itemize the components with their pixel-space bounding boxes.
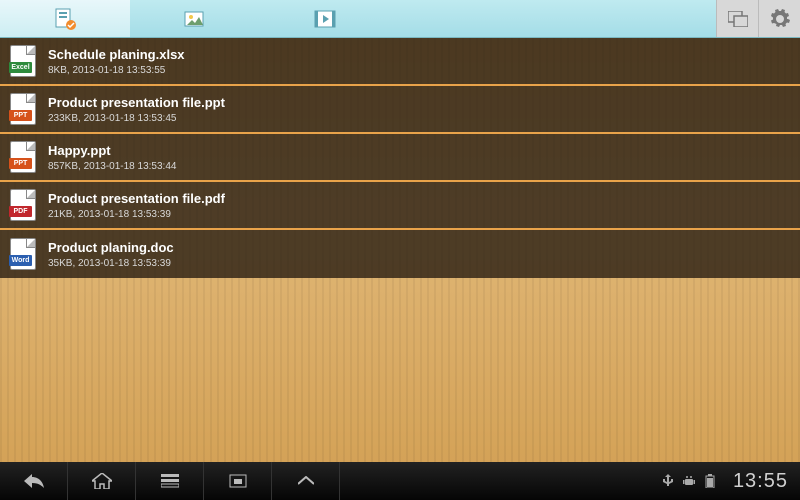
screens-button[interactable] [716,0,758,37]
chevron-up-icon [298,476,314,486]
recent-icon [161,474,179,488]
file-type-icon: Excel [10,45,36,77]
back-icon [24,474,44,488]
file-badge: PPT [9,110,32,121]
file-type-icon: PDF [10,189,36,221]
documents-icon [53,7,77,31]
tab-images[interactable] [130,0,260,37]
file-type-icon: PPT [10,141,36,173]
file-meta: 35KB, 2013-01-18 13:53:39 [48,258,174,269]
file-type-icon: Word [10,238,36,270]
file-badge: PDF [9,206,32,217]
file-badge: PPT [9,158,32,169]
usb-icon [663,474,673,488]
file-list-area: Excel Schedule planing.xlsx 8KB, 2013-01-1… [0,38,800,462]
file-row[interactable]: Word Product planing.doc 35KB, 2013-01-18 … [0,230,800,278]
screenshot-button[interactable] [204,462,272,500]
system-navbar: 13:55 [0,462,800,500]
file-badge: Word [9,255,32,266]
battery-icon [705,474,715,488]
gear-icon [770,9,790,29]
menu-button[interactable] [272,462,340,500]
file-name: Schedule planing.xlsx [48,47,185,62]
home-icon [92,473,112,489]
settings-button[interactable] [758,0,800,37]
android-icon [683,475,695,487]
top-toolbar [0,0,800,38]
screenshot-icon [229,474,247,488]
file-name: Product presentation file.pdf [48,191,225,206]
videos-icon [313,8,337,30]
tab-videos[interactable] [260,0,390,37]
file-badge: Excel [9,62,32,73]
screens-icon [728,11,748,27]
file-name: Product presentation file.ppt [48,95,225,110]
file-row[interactable]: PPT Product presentation file.ppt 233KB, 2… [0,86,800,134]
file-row[interactable]: PPT Happy.ppt 857KB, 2013-01-18 13:53:44 [0,134,800,182]
back-button[interactable] [0,462,68,500]
file-meta: 857KB, 2013-01-18 13:53:44 [48,161,176,172]
status-tray[interactable]: 13:55 [663,470,800,493]
file-meta: 233KB, 2013-01-18 13:53:45 [48,113,225,124]
images-icon [183,8,207,30]
recent-button[interactable] [136,462,204,500]
file-type-icon: PPT [10,93,36,125]
home-button[interactable] [68,462,136,500]
file-row[interactable]: PDF Product presentation file.pdf 21KB, 20… [0,182,800,230]
clock: 13:55 [733,470,788,493]
tab-documents[interactable] [0,0,130,37]
file-name: Product planing.doc [48,240,174,255]
file-meta: 8KB, 2013-01-18 13:53:55 [48,65,185,76]
file-meta: 21KB, 2013-01-18 13:53:39 [48,209,225,220]
file-name: Happy.ppt [48,143,176,158]
file-row[interactable]: Excel Schedule planing.xlsx 8KB, 2013-01-1… [0,38,800,86]
